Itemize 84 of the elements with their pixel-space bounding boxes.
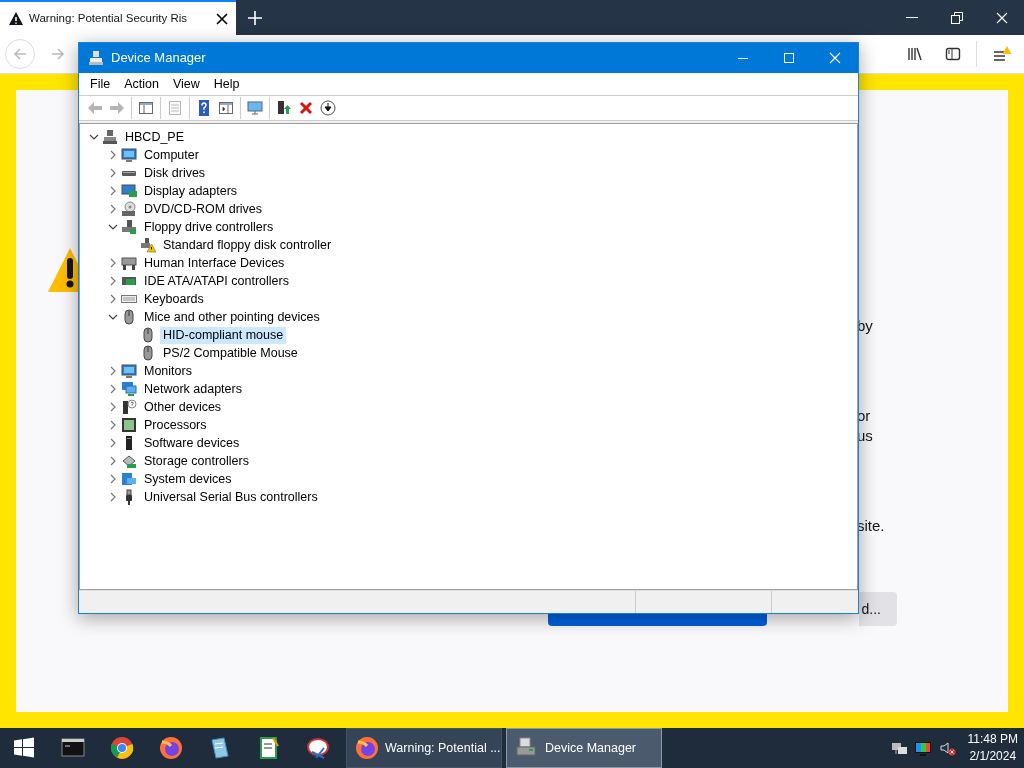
clock-date[interactable]: 2/1/2024 — [967, 748, 1018, 765]
minimize-icon — [905, 17, 918, 18]
color-display-icon[interactable] — [913, 740, 932, 756]
mouse-icon — [140, 345, 156, 361]
unknown-device-icon — [121, 399, 137, 415]
tree-item[interactable]: DVD/CD-ROM drives — [141, 200, 266, 218]
pane-icon — [138, 100, 154, 116]
computer-icon — [102, 129, 118, 145]
tree-item[interactable]: Network adapters — [141, 380, 245, 398]
pane-icon — [218, 100, 234, 116]
muted-speaker-icon[interactable] — [938, 740, 957, 756]
plus-icon — [247, 9, 263, 26]
document-icon — [167, 100, 183, 116]
browser-tab[interactable]: Warning: Potential Security Ris — [0, 0, 236, 35]
monitor-icon — [247, 100, 263, 116]
tree-item[interactable]: Universal Serial Bus controllers — [141, 488, 321, 506]
back-arrow-icon — [87, 100, 103, 116]
library-icon — [907, 46, 923, 62]
input-device-icon — [121, 255, 137, 271]
tree-item[interactable]: Floppy drive controllers — [141, 218, 277, 236]
help-icon — [196, 100, 212, 116]
disk-drive-icon — [122, 170, 136, 176]
forward-arrow-icon — [50, 46, 66, 62]
terminal-icon[interactable] — [60, 736, 85, 760]
maximize-icon — [781, 50, 797, 66]
browser-icon — [355, 736, 379, 760]
chip-icon — [121, 417, 137, 433]
browser-icon[interactable] — [109, 736, 134, 760]
windows-logo-icon — [13, 737, 35, 759]
sidebar-icon — [945, 46, 961, 62]
browser-icon[interactable] — [158, 736, 183, 760]
menu-icon — [992, 45, 1012, 63]
paint-icon[interactable] — [305, 736, 330, 760]
tree-item[interactable]: Other devices — [141, 398, 225, 416]
tree-item[interactable]: Standard floppy disk controller — [160, 236, 335, 254]
network-icon — [121, 381, 137, 397]
restore-icon — [948, 9, 965, 26]
window-title: Device Manager — [111, 49, 206, 68]
cross-icon — [298, 100, 314, 116]
menu-item[interactable]: Help — [206, 74, 247, 94]
disc-drive-icon — [121, 201, 137, 217]
tree-item[interactable]: Monitors — [141, 362, 195, 380]
monitor-icon — [121, 363, 137, 379]
menu-item[interactable]: File — [83, 74, 118, 94]
tree-item[interactable]: PS/2 Compatible Mouse — [160, 344, 301, 362]
tree-item[interactable]: Storage controllers — [141, 452, 252, 470]
tree-item[interactable]: Human Interface Devices — [141, 254, 288, 272]
secondary-button[interactable]: d... — [859, 592, 897, 626]
storage-icon — [121, 453, 137, 469]
computer-icon — [88, 50, 104, 66]
tree-item[interactable]: IDE ATA/ATAPI controllers — [141, 272, 292, 290]
taskbar-window-button[interactable]: Warning: Potential ... — [346, 728, 502, 768]
monitor-icon — [121, 147, 137, 163]
tree-item[interactable]: Mice and other pointing devices — [141, 308, 323, 326]
network-icon[interactable] — [890, 740, 907, 756]
close-tab-button[interactable] — [214, 10, 230, 27]
update-icon — [276, 100, 292, 116]
taskbar-window-button[interactable]: Device Manager — [506, 728, 662, 768]
tree-item[interactable]: Disk drives — [141, 164, 209, 182]
tree-item[interactable]: HBCD_PE — [122, 128, 188, 146]
mouse-icon — [140, 327, 156, 343]
back-arrow-icon — [12, 46, 28, 62]
controller-icon — [121, 219, 137, 235]
tree-item[interactable]: Processors — [141, 416, 210, 434]
menu-item[interactable]: View — [165, 74, 207, 94]
system-device-icon — [121, 471, 137, 487]
disable-button[interactable] — [317, 97, 339, 119]
clock-time[interactable]: 11:48 PM — [967, 731, 1018, 748]
tree-item[interactable]: Display adapters — [141, 182, 241, 200]
tree-item[interactable]: Computer — [141, 146, 202, 164]
warning-icon — [48, 248, 78, 292]
tree-item[interactable]: Software devices — [141, 434, 243, 452]
minimize-icon — [738, 57, 748, 59]
display-adapter-icon — [121, 183, 137, 199]
forward-arrow-icon — [109, 100, 125, 116]
tree-item[interactable]: HID-compliant mouse — [160, 326, 287, 344]
menu-item[interactable]: Action — [117, 74, 166, 94]
mouse-icon — [121, 309, 137, 325]
close-icon — [827, 50, 843, 66]
close-icon — [214, 10, 230, 27]
warning-device-icon — [140, 237, 156, 253]
tree-item[interactable]: System devices — [141, 470, 235, 488]
warning-icon — [8, 10, 24, 27]
tree-item[interactable]: Keyboards — [141, 290, 207, 308]
